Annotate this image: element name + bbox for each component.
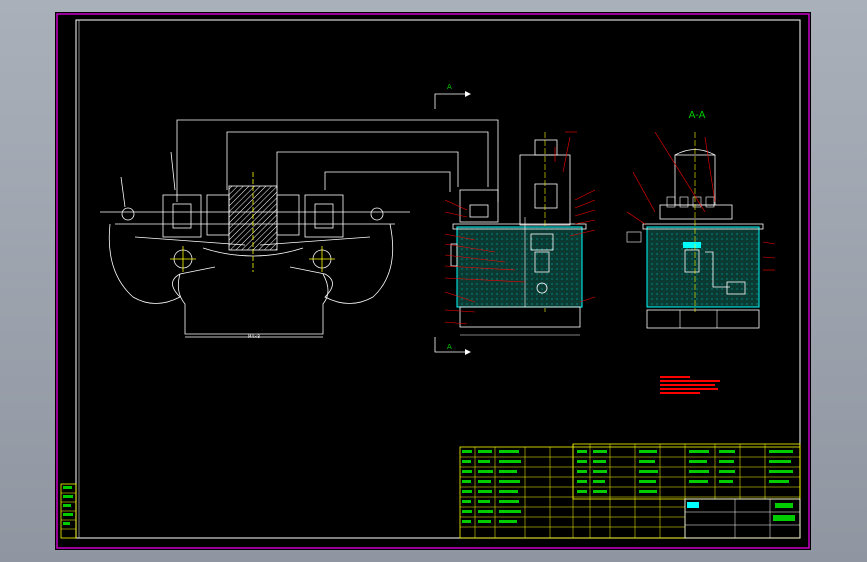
section-a-a-view [626,131,776,329]
drawing-canvas[interactable]: M4×8 A A A-A [55,12,811,550]
section-view-title: A-A [689,110,706,121]
section-marker-bottom: A [447,343,452,351]
technical-notes [660,376,720,394]
drawing-svg: M4×8 A A A-A [56,13,810,549]
pump-station-view [434,91,596,355]
cad-viewport[interactable]: M4×8 A A A-A [0,0,867,562]
title-block-icon [775,503,793,508]
front-dimension-label: M4×8 [248,334,260,339]
section-marker-top: A [447,83,452,91]
binding-margin-block [60,483,77,539]
brake-front-view [100,119,499,338]
